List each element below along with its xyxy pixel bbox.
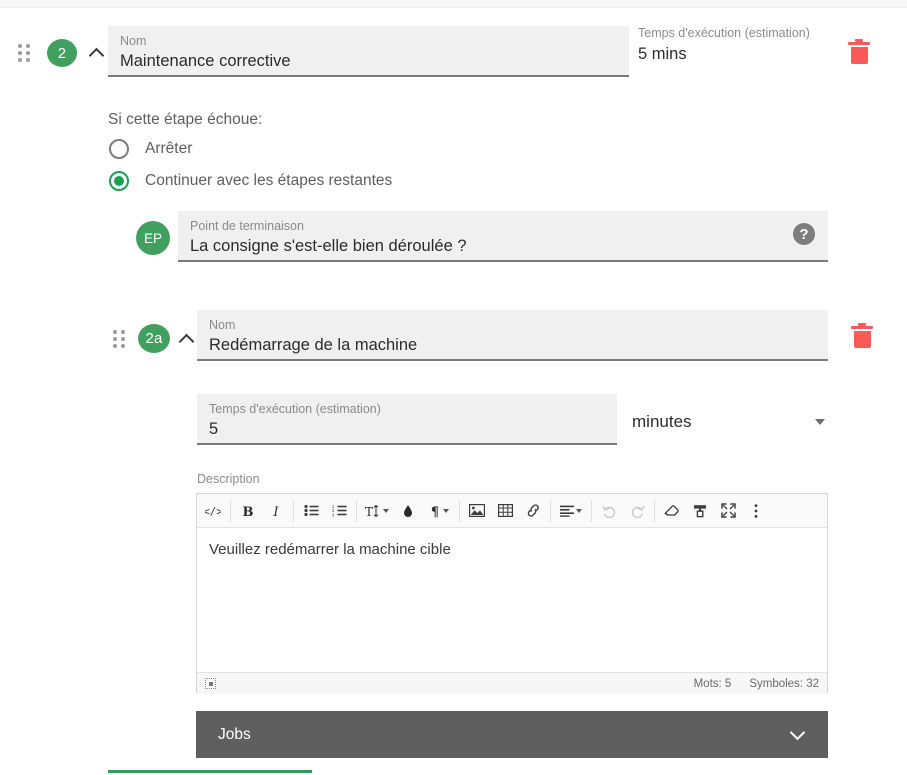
ordered-list-icon[interactable]: 123 (325, 497, 353, 525)
align-icon[interactable] (554, 497, 588, 525)
collapse-substep-chevron-up-icon[interactable] (177, 330, 195, 348)
failure-behaviour-title: Si cette étape échoue: (108, 111, 263, 128)
unit-chevron-down-icon[interactable] (815, 419, 825, 425)
step-exec-time-label: Temps d'exécution (estimation) (638, 26, 810, 40)
add-step-button-top-edge[interactable] (108, 770, 312, 773)
collapse-step-chevron-up-icon[interactable] (87, 44, 105, 62)
step-exec-time-value: 5 mins (638, 45, 687, 63)
editor-toolbar: </> B I 1 2 3 T ¶ (197, 494, 827, 528)
svg-text:I: I (272, 505, 279, 518)
jobs-label: Jobs (218, 725, 251, 743)
undo-icon (595, 497, 623, 525)
toolbar-separator (654, 499, 655, 522)
endpoint-avatar-initials: EP (143, 230, 162, 246)
insert-link-icon[interactable] (519, 497, 547, 525)
clear-formatting-icon[interactable] (658, 497, 686, 525)
resize-handle-icon[interactable] (205, 678, 216, 689)
insert-table-icon[interactable] (491, 497, 519, 525)
step-editor-page: 2 Nom Maintenance corrective Temps d'exé… (0, 0, 907, 775)
more-options-icon[interactable] (742, 497, 770, 525)
endpoint-avatar: EP (136, 221, 170, 255)
endpoint-help-circle-icon[interactable]: ? (793, 223, 815, 245)
substep-unit-select[interactable]: minutes (632, 408, 825, 436)
failure-option-continue[interactable]: Continuer avec les étapes restantes (109, 171, 392, 191)
svg-text:B: B (243, 505, 254, 518)
failure-option-continue-label: Continuer avec les étapes restantes (145, 172, 393, 189)
substep-number-badge: 2a (138, 324, 170, 353)
unordered-list-icon[interactable] (297, 497, 325, 525)
italic-icon[interactable]: I (262, 497, 290, 525)
description-editor: </> B I 1 2 3 T ¶ Veuillez redémarrer la machin… (196, 493, 828, 694)
svg-text:3: 3 (332, 512, 335, 517)
radio-continue-icon[interactable] (109, 171, 129, 191)
endpoint-label: Point de terminaison (190, 219, 304, 233)
text-color-icon[interactable] (394, 497, 422, 525)
failure-option-stop-label: Arrêter (145, 140, 193, 157)
bold-icon[interactable]: B (234, 497, 262, 525)
description-content[interactable]: Veuillez redémarrer la machine cible (197, 528, 827, 672)
word-count-label: Mots: 5 (693, 677, 732, 690)
toolbar-separator (356, 499, 357, 522)
svg-text:T: T (365, 505, 373, 518)
substep-exec-time-value: 5 (209, 420, 219, 438)
step-number-label: 2 (57, 44, 67, 62)
paint-format-icon[interactable] (686, 497, 714, 525)
step-name-value: Maintenance corrective (120, 52, 291, 70)
substep-name-value: Redémarrage de la machine (209, 336, 418, 354)
top-divider (0, 0, 907, 8)
toolbar-separator (459, 499, 460, 522)
redo-icon (623, 497, 651, 525)
delete-substep-trash-icon[interactable] (851, 323, 873, 350)
drag-handle-icon[interactable] (18, 44, 32, 62)
substep-name-label: Nom (209, 318, 236, 332)
toolbar-separator (293, 499, 294, 522)
failure-option-stop[interactable]: Arrêter (109, 139, 192, 159)
substep-unit-value: minutes (632, 412, 692, 431)
insert-image-icon[interactable] (463, 497, 491, 525)
description-label: Description (197, 472, 260, 486)
paragraph-format-icon[interactable]: ¶ (422, 497, 456, 525)
jobs-chevron-down-icon[interactable] (788, 726, 806, 744)
toolbar-chevron-down-icon[interactable] (576, 508, 582, 513)
substep-name-field[interactable]: Nom Redémarrage de la machine (197, 310, 828, 361)
endpoint-value: La consigne s'est-elle bien déroulée ? (190, 237, 467, 255)
substep-exec-time-field[interactable]: Temps d'exécution (estimation) 5 (197, 394, 617, 445)
step-number-badge: 2 (47, 39, 77, 67)
svg-text:¶: ¶ (431, 505, 439, 518)
radio-stop-icon[interactable] (109, 139, 129, 159)
toolbar-chevron-down-icon[interactable] (383, 508, 389, 513)
svg-text:</>: </> (205, 505, 221, 518)
step-name-label: Nom (120, 34, 147, 48)
substep-drag-handle-icon[interactable] (113, 330, 127, 348)
editor-footer: Mots: 5 Symboles: 32 (197, 672, 827, 694)
delete-step-trash-icon[interactable] (848, 39, 870, 66)
font-size-icon[interactable]: T (360, 497, 394, 525)
char-count-label: Symboles: 32 (749, 677, 819, 690)
substep-number-label: 2a (145, 330, 163, 347)
fullscreen-icon[interactable] (714, 497, 742, 525)
jobs-section-header[interactable]: Jobs (196, 711, 828, 758)
endpoint-field[interactable]: Point de terminaison La consigne s'est-e… (178, 211, 828, 262)
toolbar-separator (230, 499, 231, 522)
code-view-icon[interactable]: </> (199, 497, 227, 525)
toolbar-chevron-down-icon[interactable] (443, 508, 449, 513)
toolbar-separator (591, 499, 592, 522)
step-name-field[interactable]: Nom Maintenance corrective (108, 26, 629, 77)
toolbar-separator (550, 499, 551, 522)
substep-exec-time-label: Temps d'exécution (estimation) (209, 402, 381, 416)
